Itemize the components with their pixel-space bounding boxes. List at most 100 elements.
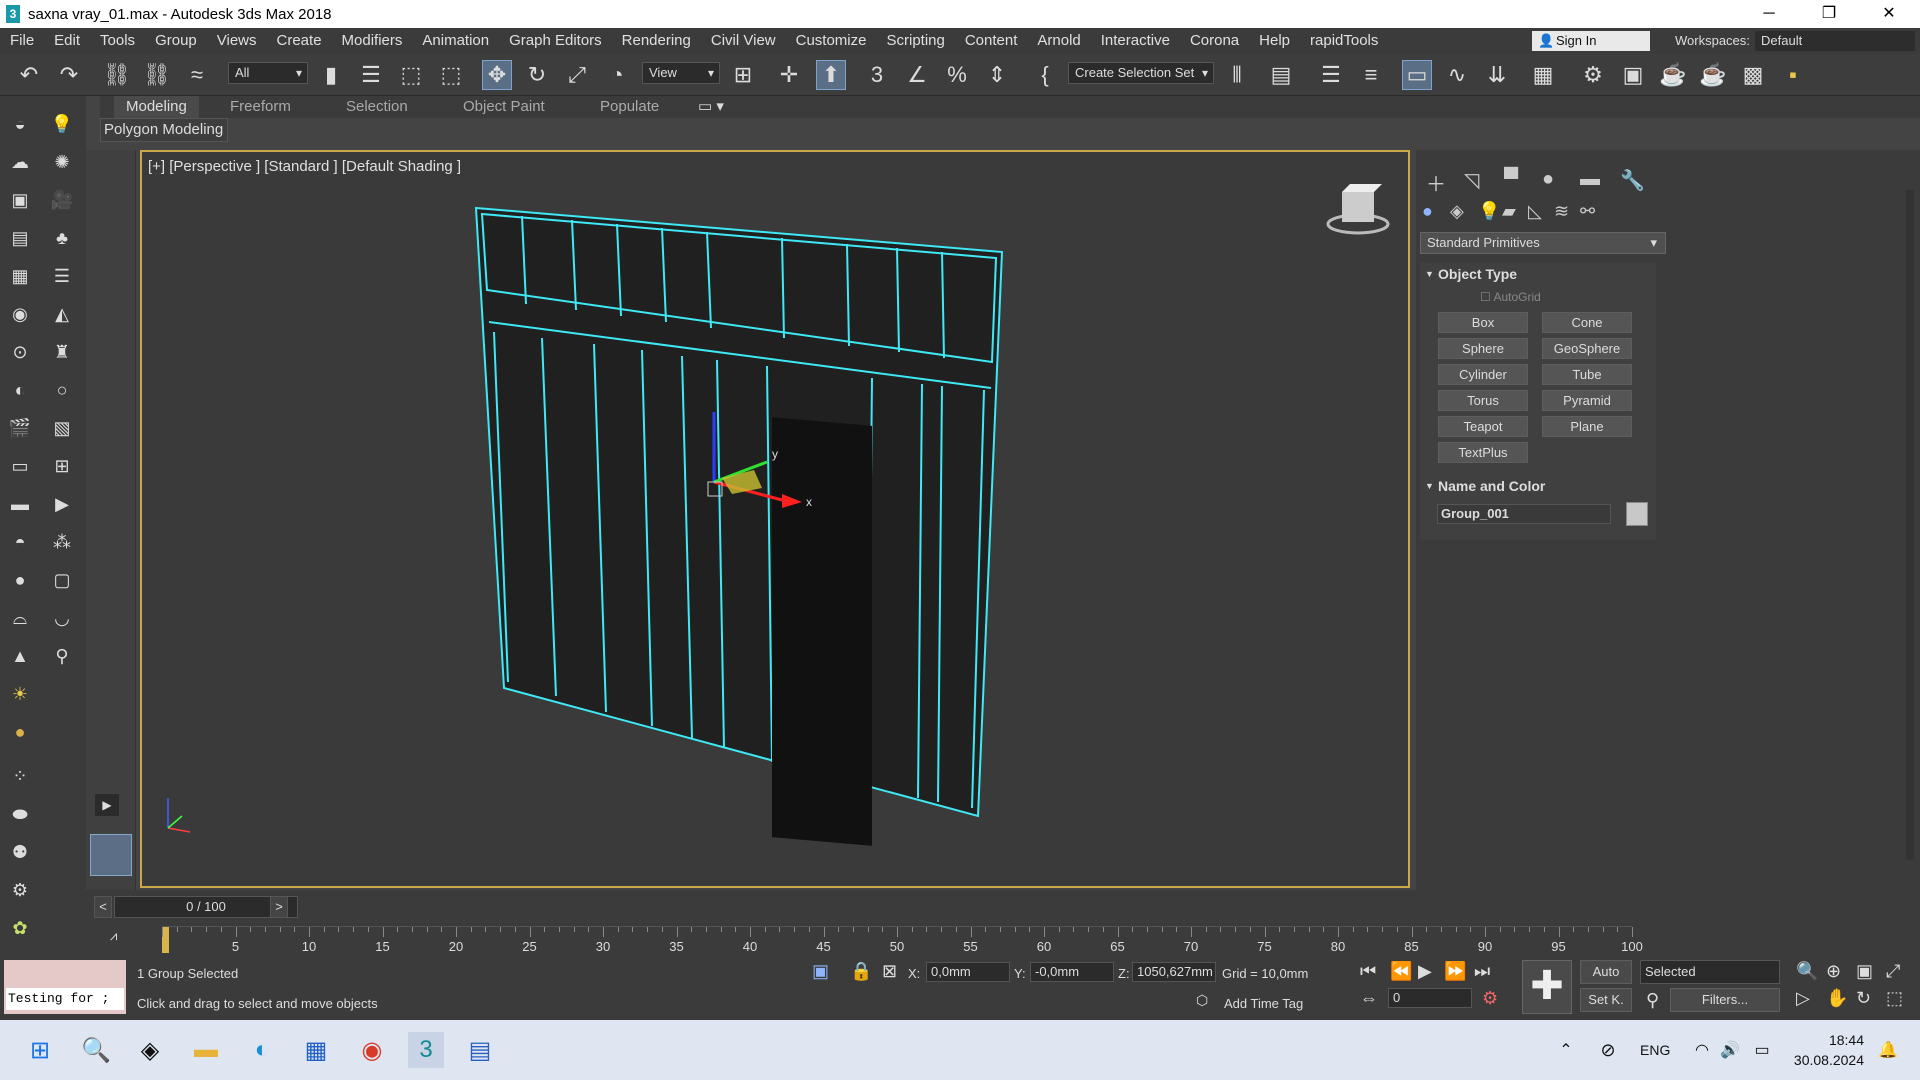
modify-tab-icon[interactable]: ◹	[1464, 168, 1479, 193]
menu-group[interactable]: Group	[145, 28, 207, 54]
hierarchy-tab-icon[interactable]: ▀	[1504, 168, 1518, 191]
display-tab-icon[interactable]: ▬	[1580, 168, 1600, 191]
battery-icon[interactable]: ▭	[1744, 1032, 1780, 1068]
menu-customize[interactable]: Customize	[786, 28, 877, 54]
keyboard-shortcut-override-icon[interactable]: ⬆	[816, 60, 846, 90]
redo-icon[interactable]: ↷	[54, 60, 84, 90]
autogrid-checkbox[interactable]: ☐ AutoGrid	[1480, 290, 1541, 304]
chrome-icon[interactable]: ◉	[354, 1032, 390, 1068]
zoom-all-icon[interactable]: ⊕	[1826, 961, 1841, 982]
tab-freeform[interactable]: Freeform	[230, 96, 291, 118]
zoom-extents-all-icon[interactable]: ⤢	[1886, 961, 1900, 982]
notification-bell-icon[interactable]: 🔔	[1870, 1032, 1906, 1068]
plane-button[interactable]: Plane	[1542, 416, 1632, 437]
filters-button[interactable]: Filters...	[1670, 988, 1780, 1012]
select-rotate-icon[interactable]: ↻	[522, 60, 552, 90]
render-setup-icon[interactable]: ⚙	[1578, 60, 1608, 90]
select-by-name-icon[interactable]: ☰	[356, 60, 386, 90]
store-icon[interactable]: ▦	[298, 1032, 334, 1068]
y-coordinate-field[interactable]: -0,0mm	[1030, 962, 1114, 982]
teapot-button[interactable]: Teapot	[1438, 416, 1528, 437]
set-key-big-icon[interactable]: ✚	[1522, 960, 1572, 1014]
unlink-icon[interactable]: ⛓	[142, 60, 172, 90]
system-clock[interactable]: 18:44 30.08.2024	[1794, 1030, 1864, 1070]
plus-box-icon[interactable]: ⊞	[46, 450, 78, 482]
next-frame-arrow-icon[interactable]: >	[270, 896, 288, 918]
go-to-end-icon[interactable]: ⏭	[1474, 961, 1490, 982]
geometry-category-icon[interactable]: ●	[1422, 201, 1433, 222]
orb-icon[interactable]: ●	[4, 564, 36, 596]
table-icon[interactable]: ▦	[4, 260, 36, 292]
menu-edit[interactable]: Edit	[44, 28, 90, 54]
sign-in-dropdown[interactable]: 👤 Sign In	[1532, 31, 1650, 51]
orbit-view-icon[interactable]: ↻	[1856, 988, 1871, 1009]
play-box-icon[interactable]: ▶	[46, 488, 78, 520]
menu-create[interactable]: Create	[267, 28, 332, 54]
sphere-button[interactable]: Sphere	[1438, 338, 1528, 359]
prev-frame-arrow-icon[interactable]: <	[94, 896, 112, 918]
textplus-button[interactable]: TextPlus	[1438, 442, 1528, 463]
menu-scripting[interactable]: Scripting	[876, 28, 954, 54]
sun-icon[interactable]: ☀	[4, 678, 36, 710]
ribbon-options-icon[interactable]: ▭ ▾	[698, 96, 724, 118]
menu-interactive[interactable]: Interactive	[1091, 28, 1180, 54]
perspective-viewport[interactable]: [+] [Perspective ] [Standard ] [Default …	[140, 150, 1410, 888]
menu-rapidtools[interactable]: rapidTools	[1300, 28, 1388, 54]
absolute-mode-icon[interactable]: ⊠	[882, 961, 897, 982]
shape-icon[interactable]: ☁	[4, 146, 36, 178]
menu-arnold[interactable]: Arnold	[1027, 28, 1090, 54]
cylinder-button[interactable]: Cylinder	[1438, 364, 1528, 385]
undo-icon[interactable]: ↶	[14, 60, 44, 90]
mirror-icon[interactable]: ⫴	[1222, 60, 1252, 90]
x-coordinate-field[interactable]: 0,0mm	[926, 962, 1010, 982]
minimize-button[interactable]: ─	[1740, 0, 1798, 28]
close-button[interactable]: ✕	[1860, 0, 1918, 28]
select-scale-icon[interactable]: ⤢	[562, 60, 592, 90]
pan-icon[interactable]: ✋	[1826, 988, 1848, 1009]
menu-file[interactable]: File	[0, 28, 44, 54]
show-hidden-icons-icon[interactable]: ⌃	[1548, 1032, 1584, 1068]
maxscript-input[interactable]: Testing for ;	[6, 988, 124, 1010]
time-knob[interactable]	[162, 927, 169, 953]
file-explorer-icon[interactable]: ▬	[188, 1032, 224, 1068]
menu-corona[interactable]: Corona	[1180, 28, 1249, 54]
set-key-button[interactable]: Set K.	[1580, 988, 1632, 1012]
render-iterative-icon[interactable]: ☕	[1698, 60, 1728, 90]
material-editor-icon[interactable]: ▦	[1528, 60, 1558, 90]
selection-filter-dropdown[interactable]: All	[228, 62, 308, 84]
tab-populate[interactable]: Populate	[600, 96, 659, 118]
schematic-view-icon[interactable]: ⇊	[1482, 60, 1512, 90]
dome-icon[interactable]: ◓	[4, 526, 36, 558]
utilities-tab-icon[interactable]: 🔧	[1620, 168, 1645, 193]
align-icon[interactable]: ▤	[1266, 60, 1296, 90]
orbit-icon[interactable]: ○	[46, 374, 78, 406]
object-type-header[interactable]: Object Type	[1420, 262, 1656, 286]
bone-icon[interactable]: ♜	[46, 336, 78, 368]
copilot-icon[interactable]: ◈	[132, 1032, 168, 1068]
ruler-icon[interactable]: ◭	[46, 298, 78, 330]
menu-help[interactable]: Help	[1249, 28, 1300, 54]
toggle-icon[interactable]: ⊙	[4, 336, 36, 368]
maxscript-listener[interactable]: Testing for ;	[4, 960, 126, 1014]
spinner-snap-icon[interactable]: ⇕	[982, 60, 1012, 90]
select-object-icon[interactable]: ▮	[316, 60, 346, 90]
current-frame-field[interactable]: 0	[1388, 988, 1472, 1008]
bulb-icon[interactable]: ⚲	[46, 640, 78, 672]
cone-icon[interactable]: ▲	[4, 640, 36, 672]
name-and-color-header[interactable]: Name and Color	[1420, 474, 1656, 498]
tab-object-paint[interactable]: Object Paint	[463, 96, 545, 118]
systems-category-icon[interactable]: ⚯	[1580, 201, 1595, 222]
named-selection-dropdown[interactable]: Create Selection Set	[1068, 62, 1214, 84]
object-color-swatch[interactable]	[1626, 502, 1648, 526]
open-a360-icon[interactable]: ▪	[1778, 60, 1808, 90]
bowl-icon[interactable]: ◡	[46, 602, 78, 634]
network-off-icon[interactable]: ⊘	[1590, 1032, 1626, 1068]
camera-icon[interactable]: 🎥	[46, 184, 78, 216]
frame-icon[interactable]: ▭	[4, 450, 36, 482]
play-icon[interactable]: ▶	[1418, 961, 1432, 982]
ref-coord-dropdown[interactable]: View	[642, 62, 720, 84]
create-geometry-icon[interactable]: ◒	[4, 108, 36, 140]
curve-editor-mini-icon[interactable]: ⩘	[110, 928, 117, 944]
menu-modifiers[interactable]: Modifiers	[332, 28, 413, 54]
frame-ruler[interactable]: 5 10 15 20 25 30 35 40 45 50 55 60 65 70 75 80 85 90 95 100	[162, 926, 1643, 954]
